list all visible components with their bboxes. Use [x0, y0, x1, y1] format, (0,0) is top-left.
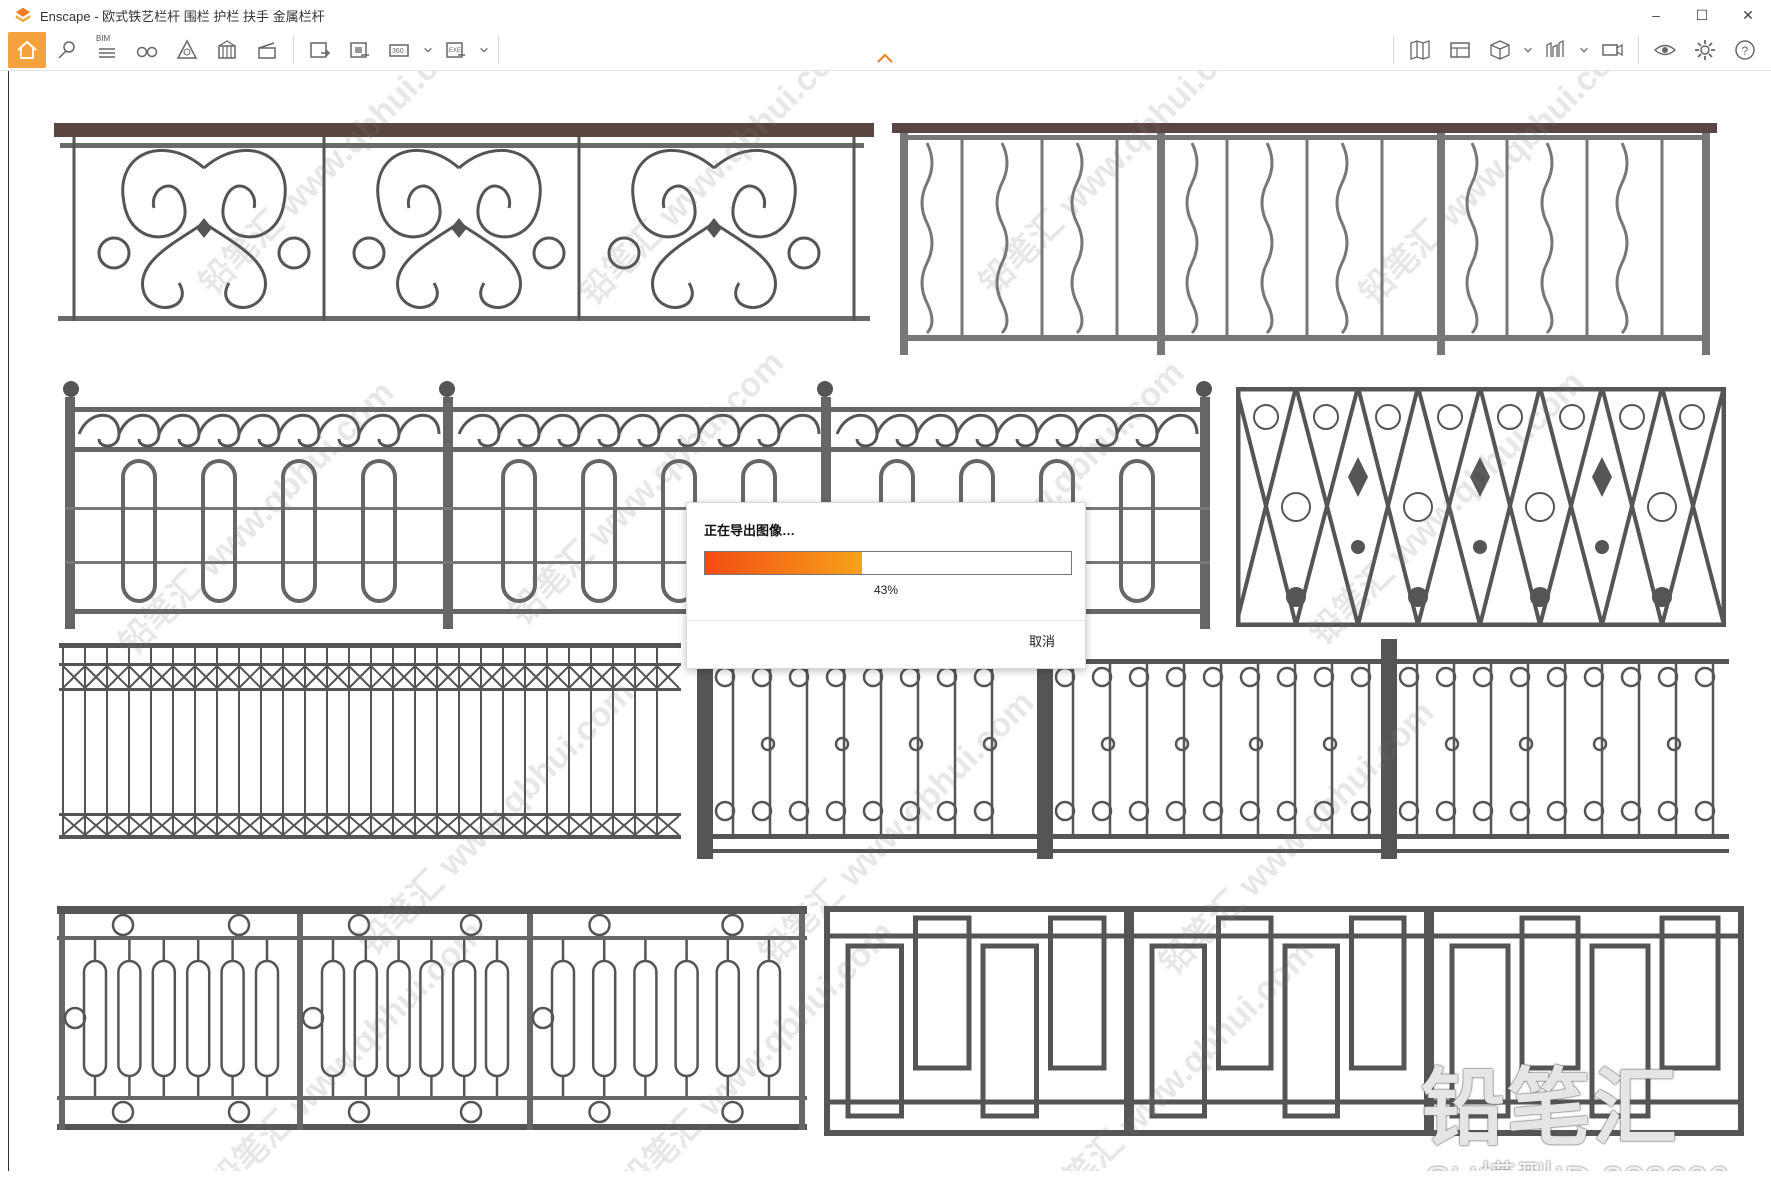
chevron-down-icon — [1580, 47, 1588, 53]
bim-button[interactable]: BIM — [88, 32, 126, 68]
eye-icon — [1653, 44, 1677, 56]
map-button[interactable] — [1401, 32, 1439, 68]
railing-circle-scroll-panel — [697, 639, 1729, 859]
svg-text:360: 360 — [392, 48, 404, 55]
svg-text:EXE: EXE — [449, 48, 461, 54]
views-button[interactable] — [1441, 32, 1479, 68]
asset-library-icon — [176, 39, 198, 59]
railing-wave-panel — [892, 123, 1717, 355]
help-icon: ? — [1735, 40, 1755, 60]
close-button[interactable]: ✕ — [1725, 0, 1771, 30]
material-icon — [218, 40, 236, 59]
toolbar-separator — [1638, 36, 1639, 64]
toolbar-separator — [498, 36, 499, 64]
clapper-icon — [258, 42, 276, 59]
cancel-button[interactable]: 取消 — [1029, 631, 1055, 650]
sun-button[interactable] — [1537, 32, 1575, 68]
progress-percent: 43% — [873, 583, 899, 597]
export-progress-dialog: 正在导出图像… 43% 取消 — [686, 502, 1086, 669]
sun-icon — [1546, 39, 1564, 57]
camera-icon — [1602, 43, 1623, 57]
gear-icon — [1695, 40, 1715, 60]
toolbar-right-group: ? — [1387, 32, 1765, 68]
capture-button[interactable] — [301, 32, 339, 68]
cube-button[interactable] — [1481, 32, 1519, 68]
railing-ornate-panel — [1236, 387, 1726, 627]
window-title: Enscape - 欧式铁艺栏杆 围栏 护栏 扶手 金属栏杆 — [40, 8, 325, 24]
cube-icon — [1490, 40, 1510, 60]
screenshot-button[interactable] — [341, 32, 379, 68]
minimize-button[interactable]: – — [1633, 0, 1679, 30]
home-button[interactable] — [8, 32, 46, 68]
toolbar-separator — [1393, 36, 1394, 64]
panorama-360-icon: 360 — [389, 44, 409, 57]
clapper-button[interactable] — [248, 32, 286, 68]
enscape-logo-icon — [15, 7, 31, 23]
panorama-button[interactable]: 360 — [381, 32, 419, 68]
cube-dropdown[interactable] — [1521, 32, 1535, 68]
brand-watermark: 铅笔汇 — [1421, 1061, 1680, 1155]
chevron-down-icon — [424, 47, 432, 53]
export-exe-button[interactable]: EXE — [437, 32, 475, 68]
bottom-edge — [8, 1171, 1763, 1179]
maximize-button[interactable]: ☐ — [1679, 0, 1725, 30]
toolbar: BIM 360 EXE ? — [0, 30, 1771, 71]
model-id-watermark: SU模型ID:383396 — [1425, 1149, 1729, 1171]
progress-fill — [705, 552, 863, 574]
eye-button[interactable] — [1646, 32, 1684, 68]
svg-text:?: ? — [1742, 44, 1749, 58]
left-edge — [0, 71, 8, 1171]
dialog-title: 正在导出图像… — [704, 523, 796, 538]
export-exe-icon: EXE — [446, 42, 465, 58]
map-icon — [1410, 40, 1430, 60]
help-button[interactable]: ? — [1726, 32, 1764, 68]
bim-label: BIM — [96, 34, 111, 43]
binoculars-icon — [136, 46, 158, 58]
views-icon — [1450, 42, 1470, 58]
export-dropdown[interactable] — [477, 32, 491, 68]
screenshot-icon — [350, 42, 369, 58]
title-bar: Enscape - 欧式铁艺栏杆 围栏 护栏 扶手 金属栏杆 – ☐ ✕ — [0, 0, 1771, 30]
home-icon — [17, 40, 37, 59]
enscape-window: Enscape - 欧式铁艺栏杆 围栏 护栏 扶手 金属栏杆 – ☐ ✕ BIM — [0, 0, 1771, 1179]
camera-button[interactable] — [1593, 32, 1631, 68]
chevron-down-icon — [1524, 47, 1532, 53]
railing-circle-oval-panel — [57, 906, 807, 1132]
collapse-toolbar-icon[interactable] — [876, 52, 894, 64]
window-controls: – ☐ ✕ — [1633, 0, 1771, 30]
railing-x-pattern-panel — [59, 643, 682, 853]
settings-button[interactable] — [1686, 32, 1724, 68]
location-button[interactable] — [48, 32, 86, 68]
railing-scroll-panel — [54, 123, 874, 353]
asset-library-button[interactable] — [168, 32, 206, 68]
sun-dropdown[interactable] — [1577, 32, 1591, 68]
material-button[interactable] — [208, 32, 246, 68]
capture-icon — [310, 42, 331, 58]
export-progress-bar — [704, 551, 1072, 575]
binoculars-button[interactable] — [128, 32, 166, 68]
toolbar-separator — [293, 36, 294, 64]
location-icon — [58, 41, 75, 59]
panorama-dropdown[interactable] — [421, 32, 435, 68]
chevron-down-icon — [480, 47, 488, 53]
dialog-separator — [687, 620, 1085, 621]
